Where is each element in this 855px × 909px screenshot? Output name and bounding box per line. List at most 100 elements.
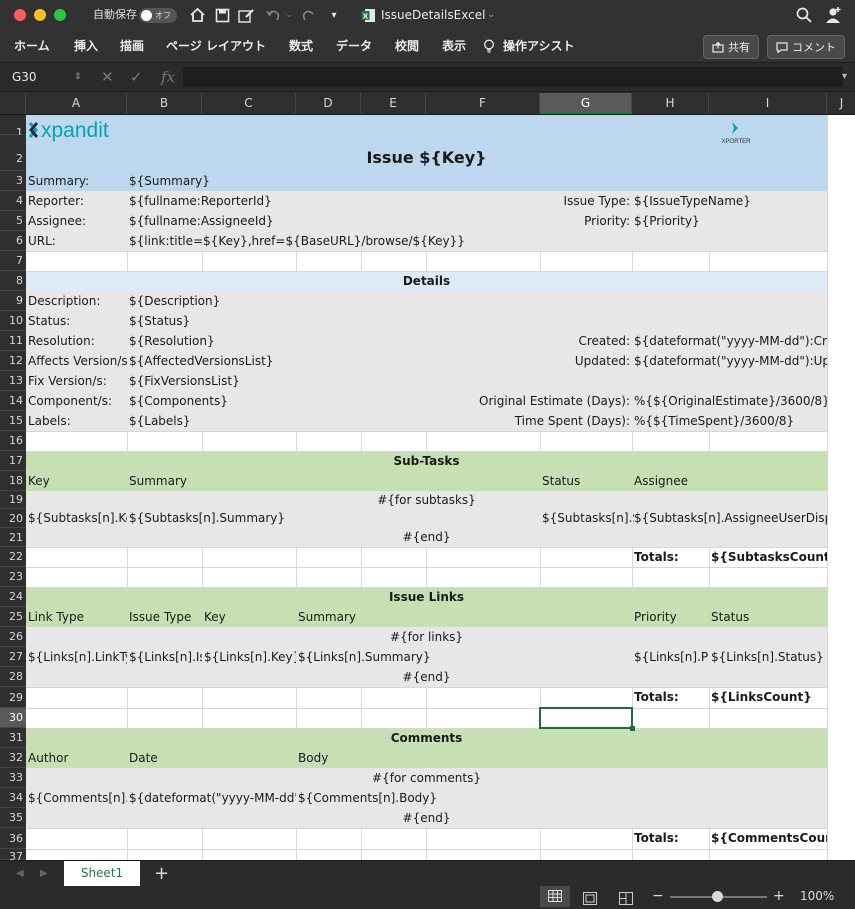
redo-icon[interactable] <box>299 6 317 24</box>
autosave-toggle[interactable]: オフ <box>139 8 177 23</box>
subtasks-totals-value[interactable]: ${SubtasksCount} <box>711 547 827 567</box>
zoom-in-button[interactable]: + <box>773 886 785 907</box>
updated-label[interactable]: Updated: <box>426 351 630 371</box>
document-title[interactable]: IssueDetailsExcel <box>381 0 485 30</box>
col-header-g[interactable]: G <box>540 93 632 114</box>
subtasks-end[interactable]: #{end} <box>26 528 827 547</box>
tab-view[interactable]: 表示 <box>442 30 466 62</box>
row-header[interactable]: 21 <box>0 528 26 547</box>
resolution-value[interactable]: ${Resolution} <box>129 331 429 351</box>
tab-home[interactable]: ホーム <box>14 30 50 62</box>
row-header[interactable]: 36 <box>0 828 26 849</box>
component-value[interactable]: ${Components} <box>129 391 429 411</box>
col-header-b[interactable]: B <box>127 93 202 114</box>
col-header-d[interactable]: D <box>296 93 361 114</box>
insert-function-icon[interactable]: fx <box>161 67 175 87</box>
add-sheet-button[interactable]: + <box>154 861 169 886</box>
affects-version-label[interactable]: Affects Version/s: <box>28 351 127 371</box>
comments-row-date[interactable]: ${dateformat("yyyy-MM-dd"): <box>129 788 296 808</box>
row-header[interactable]: 9 <box>0 291 26 311</box>
subtasks-col-assignee[interactable]: Assignee <box>634 471 784 491</box>
comments-col-body[interactable]: Body <box>298 748 498 768</box>
affects-version-value[interactable]: ${AffectedVersionsList} <box>129 351 429 371</box>
time-spent-label[interactable]: Time Spent (Days): <box>426 411 630 431</box>
comments-row-author[interactable]: ${Comments[n].A <box>28 788 127 808</box>
time-spent-value[interactable]: %{${TimeSpent}/3600/8} <box>634 411 827 431</box>
row-header[interactable]: 16 <box>0 431 26 451</box>
row-header[interactable]: 1 <box>0 115 26 139</box>
comments-totals-value[interactable]: ${CommentsCount} <box>711 828 827 849</box>
account-icon[interactable] <box>823 6 845 24</box>
col-header-h[interactable]: H <box>632 93 709 114</box>
subtasks-row-key[interactable]: ${Subtasks[n].Ke <box>28 509 127 528</box>
page-break-view-icon[interactable] <box>619 890 633 909</box>
select-all-corner[interactable] <box>0 93 26 114</box>
zoom-out-button[interactable]: − <box>652 886 664 907</box>
share-button[interactable]: 共有 <box>703 35 759 59</box>
row-header[interactable]: 33 <box>0 768 26 788</box>
status-label[interactable]: Status: <box>28 311 127 331</box>
subtasks-totals-label[interactable]: Totals: <box>634 547 709 567</box>
tab-data[interactable]: データ <box>336 30 372 62</box>
component-label[interactable]: Component/s: <box>28 391 127 411</box>
links-totals-label[interactable]: Totals: <box>634 687 709 708</box>
col-header-a[interactable]: A <box>26 93 127 114</box>
links-col-summary[interactable]: Summary <box>298 607 498 627</box>
row-header[interactable]: 15 <box>0 411 26 431</box>
close-window-button[interactable] <box>14 9 26 21</box>
assignee-value[interactable]: ${fullname:AssigneeId} <box>129 211 429 231</box>
col-header-c[interactable]: C <box>202 93 296 114</box>
subtasks-row-summary[interactable]: ${Subtasks[n].Summary} <box>129 509 389 528</box>
row-header[interactable]: 30 <box>0 708 26 728</box>
resolution-label[interactable]: Resolution: <box>28 331 127 351</box>
summary-value[interactable]: ${Summary} <box>129 171 429 191</box>
subtasks-header[interactable]: Sub-Tasks <box>26 451 827 471</box>
row-header[interactable]: 20 <box>0 509 26 528</box>
priority-value[interactable]: ${Priority} <box>634 211 827 231</box>
row-header[interactable]: 13 <box>0 371 26 391</box>
issue-type-value[interactable]: ${IssueTypeName} <box>634 191 827 211</box>
row-header[interactable]: 29 <box>0 687 26 708</box>
url-value[interactable]: ${link:title=${Key},href=${BaseURL}/brow… <box>129 231 529 251</box>
row-header[interactable]: 34 <box>0 788 26 808</box>
links-row-key[interactable]: ${Links[n].Key} <box>204 647 296 667</box>
prev-sheet-icon[interactable]: ◀ <box>16 861 24 886</box>
original-estimate-value[interactable]: %{${OriginalEstimate}/3600/8} <box>634 391 827 411</box>
undo-icon[interactable] <box>264 6 282 24</box>
subtasks-col-key[interactable]: Key <box>28 471 127 491</box>
links-col-status[interactable]: Status <box>711 607 827 627</box>
links-totals-value[interactable]: ${LinksCount} <box>711 687 827 708</box>
customize-toolbar-icon[interactable]: ▾ <box>327 6 341 24</box>
subtasks-row-status[interactable]: ${Subtasks[n].S <box>542 509 634 528</box>
reporter-label[interactable]: Reporter: <box>28 191 127 211</box>
edit-document-icon[interactable] <box>236 6 256 24</box>
links-row-issue-type[interactable]: ${Links[n].Is <box>129 647 202 667</box>
summary-label[interactable]: Summary: <box>28 171 127 191</box>
row-header[interactable]: 35 <box>0 808 26 828</box>
sheet-tab-sheet1[interactable]: Sheet1 <box>64 861 140 886</box>
column-j-area[interactable] <box>827 115 855 860</box>
normal-view-button[interactable] <box>540 886 570 907</box>
links-end[interactable]: #{end} <box>26 667 827 687</box>
links-col-issue-type[interactable]: Issue Type <box>129 607 202 627</box>
row-header[interactable]: 23 <box>0 567 26 587</box>
links-for-loop[interactable]: #{for links} <box>26 627 827 647</box>
row-header[interactable]: 26 <box>0 627 26 647</box>
row-header[interactable]: 8 <box>0 271 26 291</box>
row-header[interactable]: 6 <box>0 231 26 251</box>
description-value[interactable]: ${Description} <box>129 291 429 311</box>
formula-input[interactable] <box>183 67 843 87</box>
title-chevron-down-icon[interactable]: ⌄ <box>487 0 495 30</box>
home-icon[interactable] <box>187 6 207 24</box>
fix-version-value[interactable]: ${FixVersionsList} <box>129 371 429 391</box>
row-header[interactable]: 31 <box>0 728 26 748</box>
row-header[interactable]: 28 <box>0 667 26 687</box>
comments-col-author[interactable]: Author <box>28 748 127 768</box>
links-col-priority[interactable]: Priority <box>634 607 709 627</box>
col-header-j[interactable]: J <box>827 93 855 114</box>
row-header[interactable]: 25 <box>0 607 26 627</box>
created-value[interactable]: ${dateformat("yyyy-MM-dd"):Crea <box>634 331 827 351</box>
row-header[interactable]: 2 <box>0 135 26 171</box>
fill-handle[interactable] <box>630 726 635 731</box>
row-header[interactable]: 5 <box>0 211 26 231</box>
